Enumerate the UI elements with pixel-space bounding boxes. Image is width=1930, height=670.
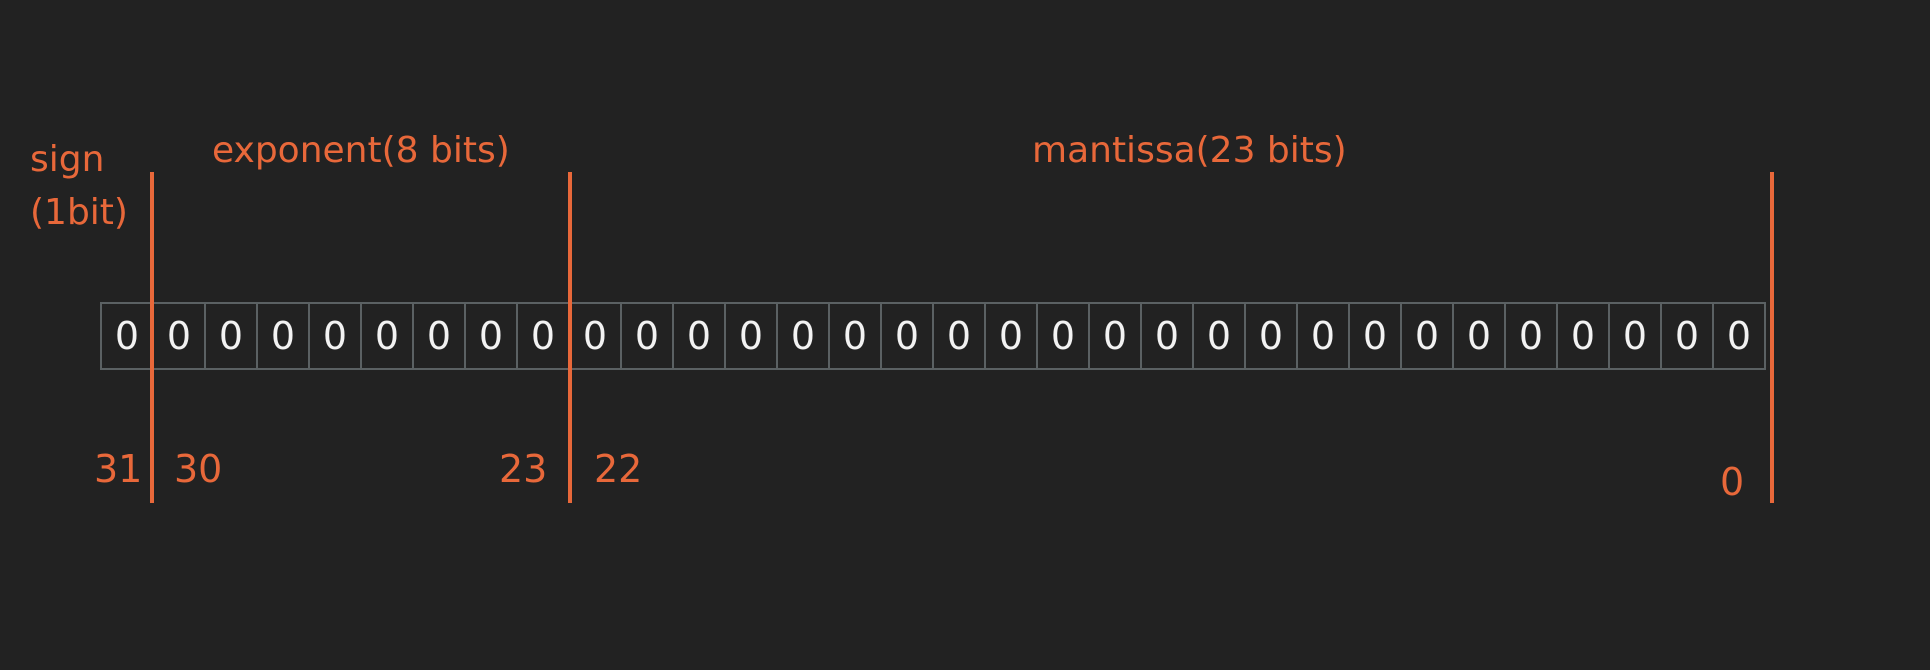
bit-cell: 0 [362,304,414,368]
bit-cell: 0 [1090,304,1142,368]
mantissa-end-divider [1770,172,1774,503]
bit-cell: 0 [1194,304,1246,368]
bit-cell: 0 [882,304,934,368]
bit-cell: 0 [1662,304,1714,368]
bit-cell: 0 [674,304,726,368]
bit-cell: 0 [570,304,622,368]
bit-index-0: 0 [1720,460,1745,504]
bit-cell: 0 [310,304,362,368]
sign-label-line1: sign [30,139,105,180]
bit-index-23: 23 [499,447,548,491]
bit-cell: 0 [414,304,466,368]
bit-row: 00000000000000000000000000000000 [100,302,1766,370]
sign-exponent-divider [150,172,154,503]
bit-cell: 0 [830,304,882,368]
bit-index-30: 30 [174,447,223,491]
exponent-mantissa-divider [568,172,572,503]
bit-cell: 0 [986,304,1038,368]
bit-cell: 0 [1558,304,1610,368]
bit-cell: 0 [1298,304,1350,368]
bit-cell: 0 [778,304,830,368]
sign-label-line2: (1bit) [30,192,128,233]
bit-index-22: 22 [594,447,643,491]
bit-cell: 0 [1350,304,1402,368]
bit-cell: 0 [154,304,206,368]
mantissa-label: mantissa(23 bits) [1032,130,1347,171]
bit-cell: 0 [102,304,154,368]
bit-cell: 0 [258,304,310,368]
bit-cell: 0 [466,304,518,368]
bit-cell: 0 [1454,304,1506,368]
bit-cell: 0 [726,304,778,368]
bit-cell: 0 [1038,304,1090,368]
bit-cell: 0 [206,304,258,368]
bit-cell: 0 [1246,304,1298,368]
bit-index-31: 31 [94,447,143,491]
exponent-label: exponent(8 bits) [212,130,510,171]
bit-cell: 0 [518,304,570,368]
bit-cell: 0 [1142,304,1194,368]
bit-cell: 0 [1610,304,1662,368]
bit-cell: 0 [622,304,674,368]
bit-cell: 0 [1506,304,1558,368]
bit-cell: 0 [934,304,986,368]
bit-cell: 0 [1402,304,1454,368]
sign-label: sign (1bit) [30,133,160,239]
float32-bit-layout-diagram: sign (1bit) exponent(8 bits) mantissa(23… [0,0,1930,670]
bit-cell: 0 [1726,314,1752,358]
